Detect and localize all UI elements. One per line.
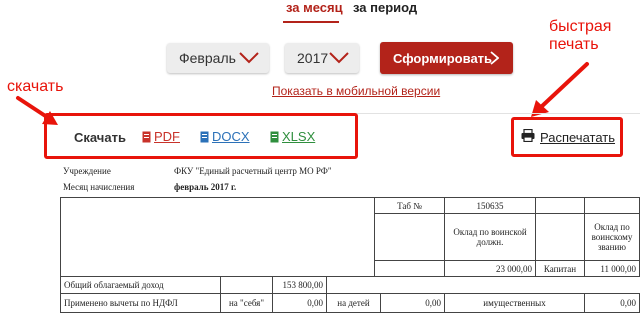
table-empty-cell bbox=[535, 213, 585, 261]
table-cell: Таб № bbox=[374, 197, 445, 214]
table-empty-cell bbox=[584, 197, 640, 214]
table-cell: Применено вычеты по НДФЛ bbox=[60, 293, 221, 313]
table-cell: Оклад по воинской должн. bbox=[444, 213, 536, 261]
table-cell: имущественных bbox=[444, 293, 585, 313]
table-cell: 150635 bbox=[444, 197, 536, 214]
table-cell: на "себя" bbox=[220, 293, 273, 313]
table-empty-cell bbox=[535, 197, 585, 214]
annotation-highlight-download bbox=[44, 113, 358, 159]
table-cell: Оклад по воинскому званию bbox=[584, 213, 640, 261]
accrual-month-label: Месяц начисления bbox=[63, 182, 135, 192]
table-cell: 11 000,00 bbox=[584, 260, 640, 277]
table-empty-cell bbox=[220, 276, 273, 294]
institution-value: ФКУ "Единый расчетный центр МО РФ" bbox=[174, 166, 332, 176]
institution-label: Учреждение bbox=[63, 166, 111, 176]
table-empty-cell bbox=[60, 197, 375, 277]
payslip-table: Таб № 150635 Оклад по воинской должн. Ок… bbox=[60, 197, 640, 315]
table-cell: 0,00 bbox=[380, 293, 445, 313]
table-cell: Общий облагаемый доход bbox=[60, 276, 221, 294]
table-empty-cell bbox=[374, 213, 445, 261]
accrual-month-value: февраль 2017 г. bbox=[174, 182, 237, 192]
table-empty-cell bbox=[326, 276, 640, 294]
arrow-icon bbox=[531, 62, 589, 117]
table-cell: 0,00 bbox=[272, 293, 327, 313]
table-cell: 153 800,00 bbox=[272, 276, 327, 294]
table-cell: на детей bbox=[326, 293, 381, 313]
annotation-highlight-print bbox=[511, 117, 623, 157]
table-cell: 23 000,00 bbox=[444, 260, 536, 277]
table-cell: Капитан bbox=[535, 260, 585, 277]
table-cell: 0,00 bbox=[584, 293, 640, 313]
table-empty-cell bbox=[374, 260, 445, 277]
